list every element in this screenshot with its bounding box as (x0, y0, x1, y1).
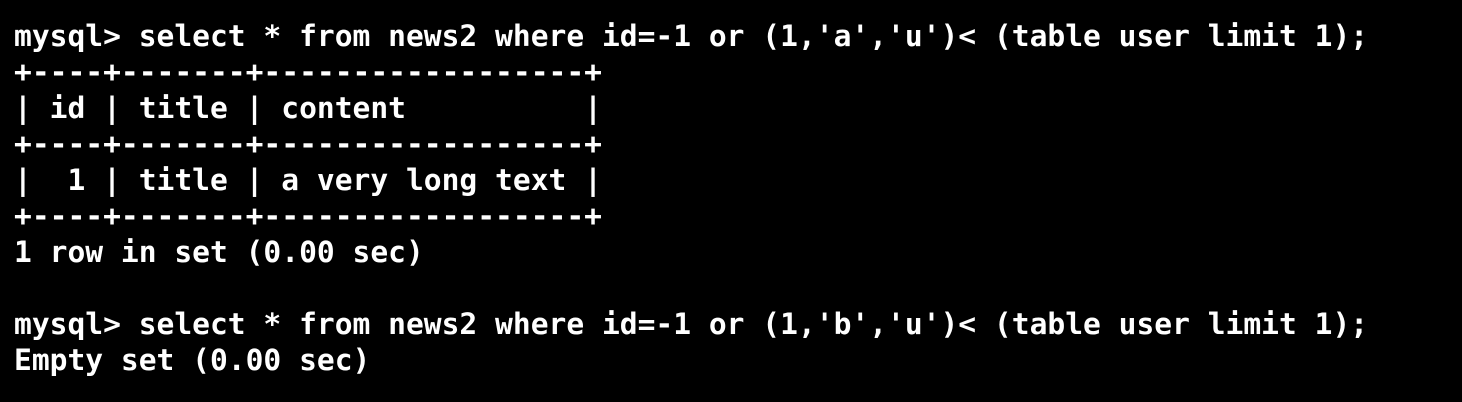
terminal-window[interactable]: mysql> select * from news2 where id=-1 o… (0, 0, 1462, 402)
table-border-bottom: +----+-------+------------------+ (14, 199, 602, 233)
result-status-2: Empty set (0.00 sec) (14, 343, 371, 377)
table-row: | 1 | title | a very long text | (14, 163, 602, 197)
command-line-2: mysql> select * from news2 where id=-1 o… (14, 307, 1369, 341)
table-border-top: +----+-------+------------------+ (14, 55, 602, 89)
table-header-separator: +----+-------+------------------+ (14, 127, 602, 161)
command-line-1: mysql> select * from news2 where id=-1 o… (14, 19, 1369, 53)
result-status-1: 1 row in set (0.00 sec) (14, 235, 424, 269)
table-header-row: | id | title | content | (14, 91, 602, 125)
